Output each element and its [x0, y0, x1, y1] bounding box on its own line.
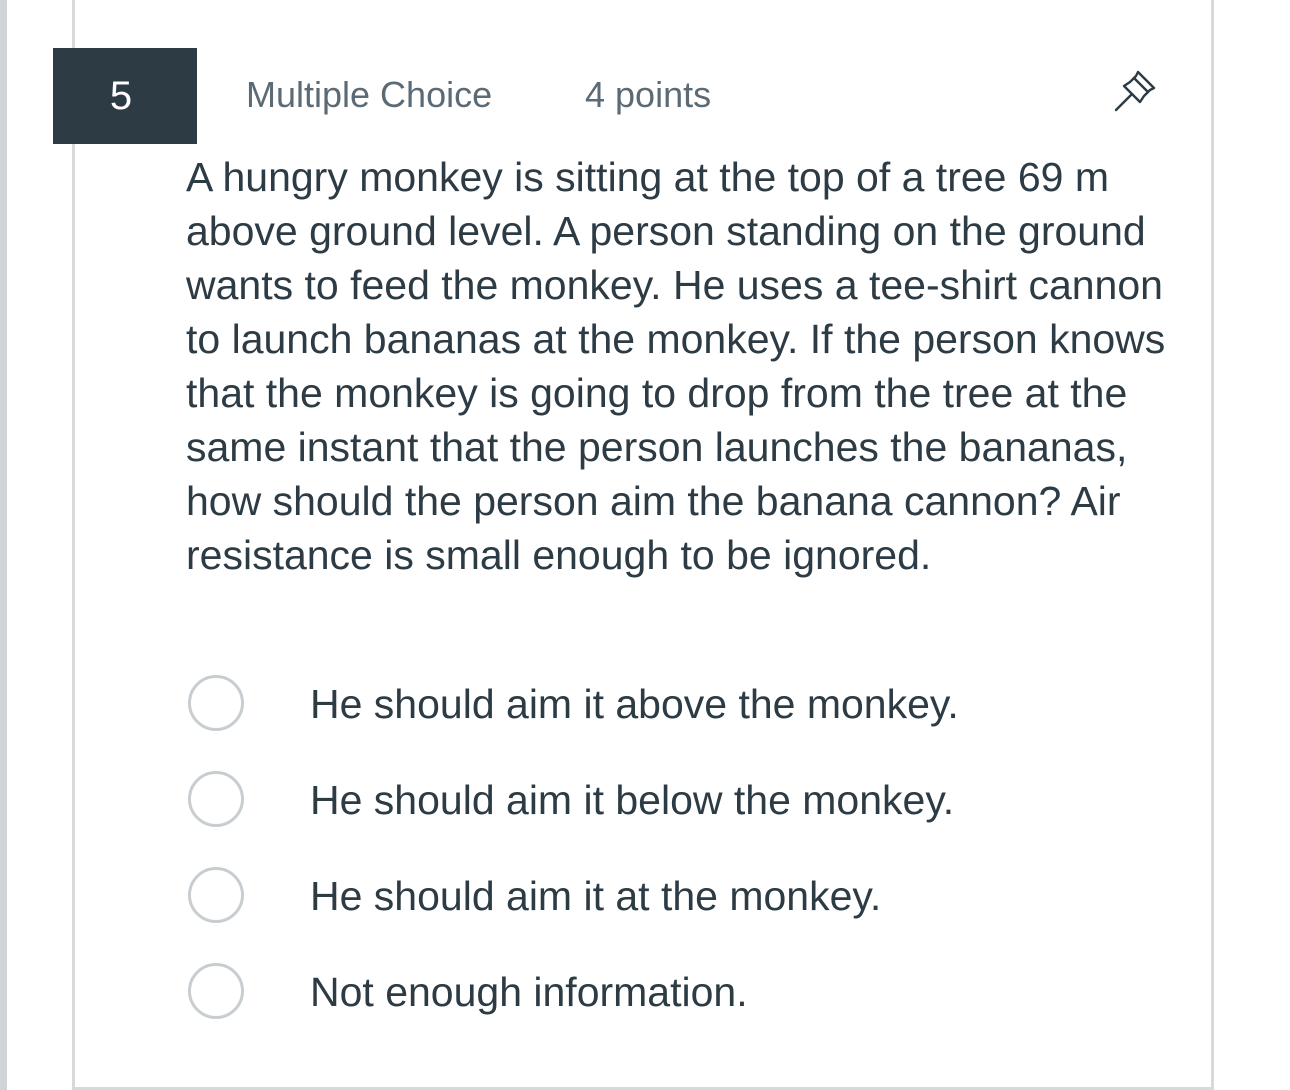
answer-list: He should aim it above the monkey. He sh… — [186, 670, 1196, 1054]
quiz-page: 5 Multiple Choice 4 points A hungry monk… — [0, 0, 1290, 1090]
answer-label[interactable]: He should aim it at the monkey. — [310, 868, 881, 924]
pin-icon[interactable] — [1108, 62, 1164, 118]
question-number: 5 — [109, 74, 133, 118]
radio-button[interactable] — [188, 963, 244, 1019]
answer-option-4[interactable]: Not enough information. — [186, 958, 1196, 1054]
answer-label[interactable]: He should aim it below the monkey. — [310, 772, 954, 828]
answer-label[interactable]: He should aim it above the monkey. — [310, 676, 959, 732]
pin-icon-graphic — [1114, 70, 1156, 112]
left-edge-divider — [0, 0, 7, 1090]
answer-label[interactable]: Not enough information. — [310, 964, 748, 1020]
answer-option-3[interactable]: He should aim it at the monkey. — [186, 862, 1196, 958]
question-points: 4 points — [585, 74, 712, 115]
radio-button[interactable] — [188, 867, 244, 923]
question-type: Multiple Choice — [246, 74, 493, 115]
radio-button[interactable] — [188, 675, 244, 731]
question-number-badge: 5 — [53, 48, 197, 144]
answer-option-2[interactable]: He should aim it below the monkey. — [186, 766, 1196, 862]
question-text: A hungry monkey is sitting at the top of… — [186, 154, 1166, 578]
radio-button[interactable] — [188, 771, 244, 827]
answer-option-1[interactable]: He should aim it above the monkey. — [186, 670, 1196, 766]
